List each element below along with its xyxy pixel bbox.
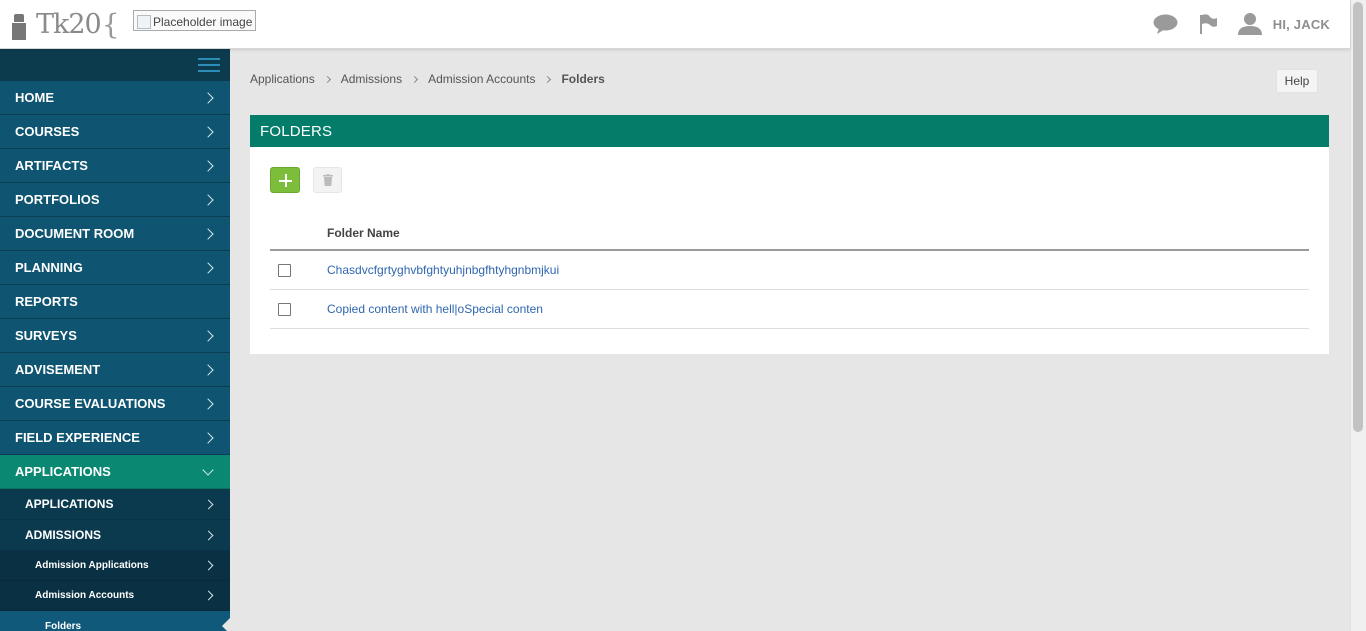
sidebar-subitem-label: Folders	[45, 620, 82, 631]
chevron-right-icon	[202, 261, 214, 274]
chevron-right-icon	[202, 91, 214, 104]
sidebar-item-reports[interactable]: REPORTS	[0, 285, 230, 319]
chevron-right-icon	[203, 590, 214, 601]
sidebar-item-planning[interactable]: PLANNING	[0, 251, 230, 285]
logo-brace: {	[101, 8, 120, 41]
delete-folder-button[interactable]	[313, 167, 342, 193]
help-button[interactable]: Help	[1276, 69, 1318, 93]
logo-mark-icon	[12, 12, 34, 40]
column-header-folder-name[interactable]: Folder Name	[327, 226, 400, 240]
breadcrumb-admissions[interactable]: Admissions	[341, 72, 402, 86]
sidebar-subitem-label: Admission Applications	[35, 560, 149, 571]
sidebar-subitem-label: APPLICATIONS	[25, 497, 114, 511]
user-greeting[interactable]: HI, JACK	[1273, 17, 1330, 32]
chevron-right-icon	[203, 530, 214, 540]
sidebar-item-label: PLANNING	[15, 260, 83, 275]
chevron-right-icon	[202, 431, 214, 444]
sidebar-item-label: ARTIFACTS	[15, 158, 88, 173]
folders-table: Folder Name Chasdvcfgrtyghvbfghtyuhjnbgf…	[270, 217, 1309, 329]
user-icon[interactable]	[1237, 13, 1262, 35]
header-actions: HI, JACK	[1132, 13, 1330, 35]
sidebar-item-label: FIELD EXPERIENCE	[15, 430, 140, 445]
chevron-right-icon	[203, 499, 214, 509]
sidebar-item-label: PORTFOLIOS	[15, 192, 100, 207]
scrollbar-thumb[interactable]	[1353, 2, 1363, 432]
chevron-right-icon	[202, 329, 214, 342]
chevron-right-icon	[544, 75, 552, 83]
folder-link[interactable]: Chasdvcfgrtyghvbfghtyuhjnbgfhtyhgnbmjkui	[327, 263, 559, 277]
sidebar-item-applications[interactable]: APPLICATIONS	[0, 455, 230, 489]
add-folder-button[interactable]	[270, 167, 300, 193]
sidebar-subitem-admission-accounts[interactable]: Admission Accounts	[0, 581, 230, 611]
sidebar-subitem-folders[interactable]: Folders	[0, 611, 230, 631]
top-header: Tk20 { Placeholder image HI, JACK	[0, 0, 1350, 49]
table-header: Folder Name	[270, 217, 1309, 251]
sidebar-item-label: DOCUMENT ROOM	[15, 226, 135, 241]
sidebar-item-label: COURSES	[15, 124, 80, 139]
chevron-right-icon	[202, 363, 214, 376]
chevron-right-icon	[202, 397, 214, 410]
sidebar-item-advisement[interactable]: ADVISEMENT	[0, 353, 230, 387]
chevron-right-icon	[202, 159, 214, 172]
sidebar-item-course-evaluations[interactable]: COURSE EVALUATIONS	[0, 387, 230, 421]
chevron-right-icon	[202, 227, 214, 240]
row-checkbox[interactable]	[278, 263, 291, 277]
sidebar-subitem-label: Admission Accounts	[35, 590, 135, 601]
sidebar-item-label: APPLICATIONS	[15, 464, 111, 479]
folder-link[interactable]: Copied content with hell|oSpecial conten	[327, 302, 543, 316]
chat-bubble-icon[interactable]	[1153, 14, 1178, 34]
sidebar-subitem-admission-applications[interactable]: Admission Applications	[0, 551, 230, 581]
breadcrumb-applications[interactable]: Applications	[250, 72, 315, 86]
sidebar-subitem-applications[interactable]: APPLICATIONS	[0, 489, 230, 520]
folders-panel: FOLDERS Folder Name Chasdvcfgrtyghvbfght…	[250, 115, 1329, 354]
sidebar-subitem-admissions[interactable]: ADMISSIONS	[0, 520, 230, 551]
sidebar-item-label: COURSE EVALUATIONS	[15, 396, 166, 411]
sidebar-item-portfolios[interactable]: PORTFOLIOS	[0, 183, 230, 217]
table-row: Copied content with hell|oSpecial conten	[270, 290, 1309, 329]
tk20-logo[interactable]: Tk20 {	[12, 10, 120, 40]
logo-text: Tk20	[36, 9, 102, 40]
breadcrumb: Applications Admissions Admission Accoun…	[250, 72, 605, 86]
sidebar-item-document-room[interactable]: DOCUMENT ROOM	[0, 217, 230, 251]
panel-toolbar	[270, 167, 342, 193]
flag-icon[interactable]	[1199, 14, 1217, 34]
placeholder-image-alt: Placeholder image	[153, 14, 253, 29]
sidebar-nav: HOME COURSES ARTIFACTS PORTFOLIOS DOCUME…	[0, 49, 230, 631]
row-check-cell	[270, 263, 327, 277]
sidebar-header	[0, 49, 230, 81]
broken-image-icon	[137, 14, 151, 29]
chevron-right-icon	[202, 193, 214, 206]
chevron-right-icon	[411, 75, 419, 83]
row-checkbox[interactable]	[278, 302, 291, 316]
page-scrollbar[interactable]	[1350, 0, 1366, 631]
sidebar-item-artifacts[interactable]: ARTIFACTS	[0, 149, 230, 183]
chevron-right-icon	[203, 560, 214, 571]
sidebar-item-label: ADVISEMENT	[15, 362, 101, 377]
sidebar-item-home[interactable]: HOME	[0, 81, 230, 115]
sidebar-item-surveys[interactable]: SURVEYS	[0, 319, 230, 353]
breadcrumb-folders: Folders	[561, 72, 605, 86]
sidebar-item-courses[interactable]: COURSES	[0, 115, 230, 149]
table-row: Chasdvcfgrtyghvbfghtyuhjnbgfhtyhgnbmjkui	[270, 251, 1309, 290]
trash-icon	[322, 174, 333, 186]
chevron-right-icon	[202, 125, 214, 138]
sidebar-item-label: REPORTS	[15, 294, 78, 309]
placeholder-image: Placeholder image	[133, 10, 256, 31]
panel-title: FOLDERS	[250, 115, 1329, 147]
breadcrumb-admission-accounts[interactable]: Admission Accounts	[428, 72, 535, 86]
hamburger-icon[interactable]	[198, 58, 220, 72]
sidebar-subitem-label: ADMISSIONS	[25, 528, 102, 542]
active-pointer	[222, 618, 230, 631]
sidebar-item-label: HOME	[15, 90, 54, 105]
chevron-right-icon	[323, 75, 331, 83]
sidebar-item-field-experience[interactable]: FIELD EXPERIENCE	[0, 421, 230, 455]
row-check-cell	[270, 302, 327, 316]
chevron-down-icon	[202, 463, 214, 476]
sidebar-item-label: SURVEYS	[15, 328, 77, 343]
